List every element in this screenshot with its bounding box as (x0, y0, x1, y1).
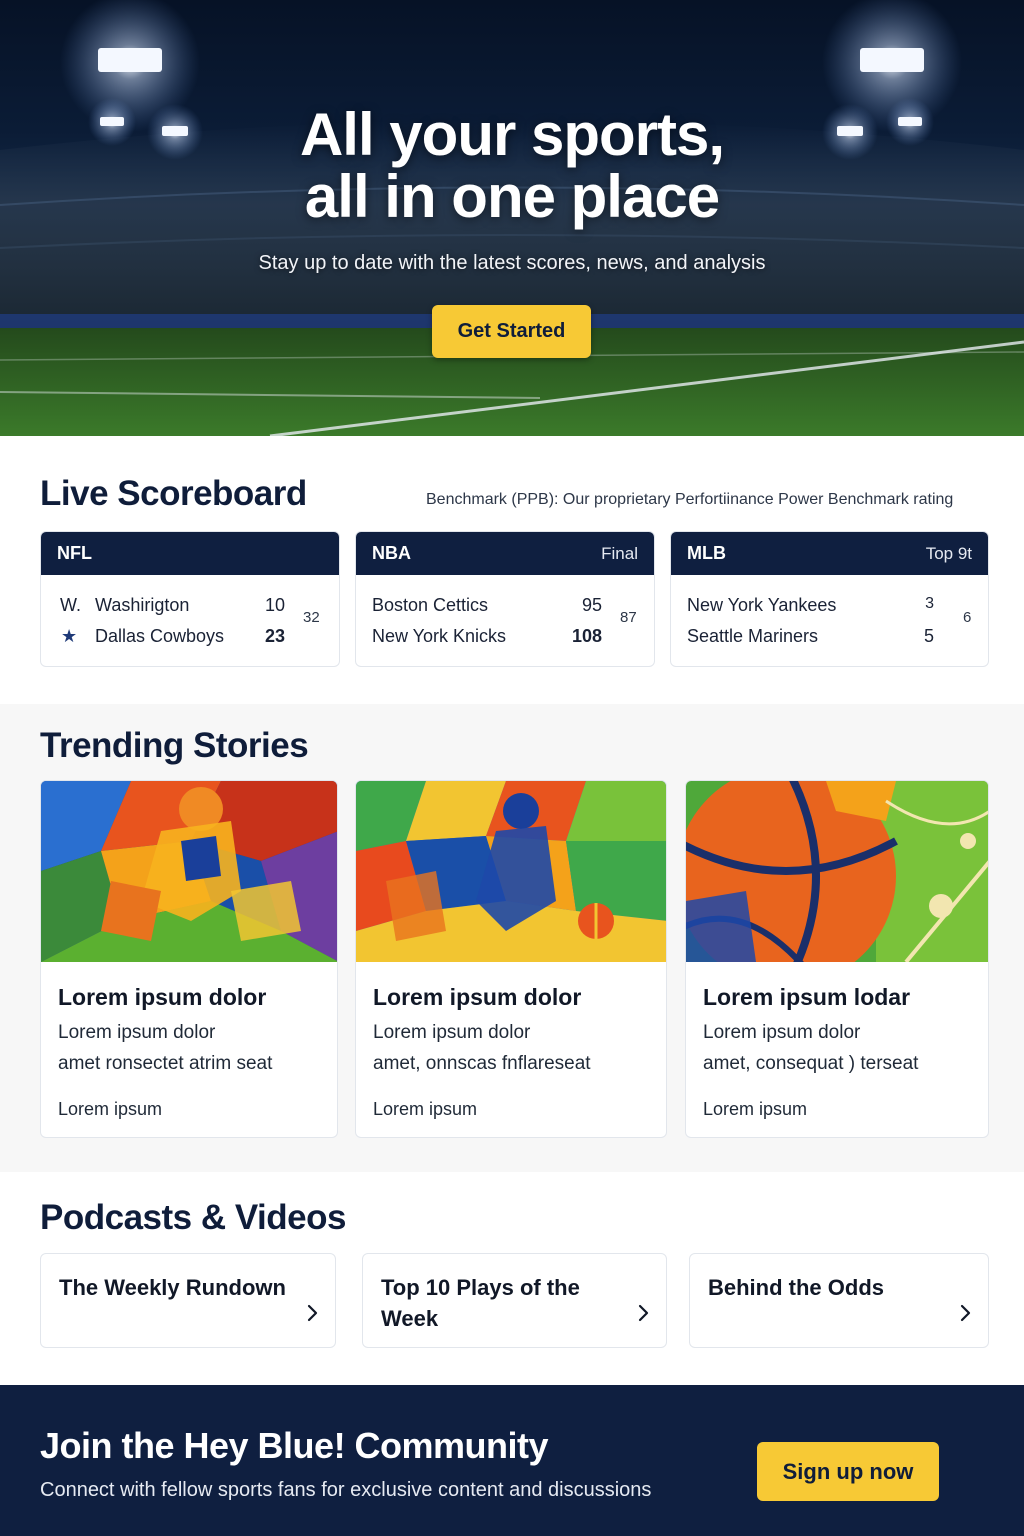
game-status: Top 9t (925, 543, 972, 563)
team-row: Seattle Mariners 5 (687, 626, 972, 648)
get-started-button[interactable]: Get Started (432, 305, 591, 358)
scoreboard-title: Live Scoreboard (40, 474, 307, 513)
score-card-nfl[interactable]: NFL W. Washirigton 10 ★ Dallas Cowboys 2… (40, 531, 340, 667)
team-name: New York Yankees (687, 595, 837, 615)
team-score: 5 (923, 626, 934, 646)
podcast-title: Top 10 Plays of the Week (381, 1275, 580, 1331)
side-value: 32 (303, 609, 320, 626)
podcasts-title: Podcasts & Videos (40, 1198, 346, 1237)
podcast-card[interactable]: Behind the Odds (689, 1253, 989, 1348)
chevron-right-icon (307, 1304, 318, 1322)
benchmark-note: Benchmark (PPB): Our proprietary Perfort… (426, 491, 954, 508)
team-score: 3 (925, 595, 934, 612)
team-name: New York Knicks (372, 626, 507, 646)
league-label: NFL (57, 543, 92, 563)
story-title: Lorem ipsum lodar (703, 984, 911, 1010)
chevron-right-icon (960, 1304, 971, 1322)
story-card[interactable]: Lorem ipsum dolor Lorem ipsum dolor amet… (40, 780, 338, 1138)
star-icon: ★ (61, 626, 78, 646)
podcast-title: Behind the Odds (708, 1275, 884, 1300)
story-excerpt: Lorem ipsum dolor (703, 1022, 861, 1043)
score-card-mlb[interactable]: MLB Top 9t New York Yankees 3 Seattle Ma… (670, 531, 989, 667)
team-score: 23 (264, 626, 285, 646)
story-title: Lorem ipsum dolor (58, 984, 267, 1010)
score-card-header: NBA Final (356, 532, 654, 575)
community-title: Join the Hey Blue! Community (40, 1425, 549, 1466)
team-name: Seattle Mariners (687, 626, 819, 646)
score-card-nba[interactable]: NBA Final Boston Cettics 95 New York Kni… (355, 531, 655, 667)
side-value: 87 (620, 609, 637, 626)
league-label: NBA (372, 543, 411, 563)
community-subtitle: Connect with fellow sports fans for excl… (40, 1479, 652, 1501)
team-prefix: W. (60, 595, 81, 615)
story-meta: Lorem ipsum (703, 1099, 808, 1119)
team-row: New York Knicks 108 (372, 626, 638, 648)
story-title: Lorem ipsum dolor (373, 984, 582, 1010)
podcast-card[interactable]: The Weekly Rundown (40, 1253, 336, 1348)
hero-banner: All your sports, all in one place Stay u… (0, 0, 1024, 436)
trending-title: Trending Stories (40, 726, 309, 765)
story-image (41, 781, 337, 962)
sign-up-button[interactable]: Sign up now (757, 1442, 939, 1501)
story-excerpt: amet, consequat ) terseat (703, 1053, 919, 1074)
story-image (686, 781, 988, 962)
team-score: 108 (571, 626, 602, 646)
team-name: Boston Cettics (372, 595, 489, 615)
league-label: MLB (687, 543, 726, 563)
story-excerpt: Lorem ipsum dolor (373, 1022, 531, 1043)
podcast-title: The Weekly Rundown (59, 1275, 286, 1300)
team-score: 10 (264, 595, 285, 615)
score-card-header: NFL (41, 532, 339, 575)
story-card[interactable]: Lorem ipsum dolor Lorem ipsum dolor amet… (355, 780, 667, 1138)
score-card-header: MLB Top 9t (671, 532, 988, 575)
team-score: 95 (581, 595, 602, 615)
team-row: W. Washirigton 10 (57, 595, 323, 617)
team-name: Washirigton (95, 595, 190, 615)
story-excerpt: Lorem ipsum dolor (58, 1022, 216, 1043)
team-name: Dallas Cowboys (95, 626, 225, 646)
story-excerpt: amet ronsectet atrim seat (58, 1053, 273, 1074)
game-status: Final (601, 543, 638, 563)
podcast-card[interactable]: Top 10 Plays of the Week (362, 1253, 667, 1348)
hero-title-line2: all in one place (304, 163, 720, 230)
team-row: New York Yankees 3 (687, 595, 972, 617)
hero-subtitle: Stay up to date with the latest scores, … (258, 252, 766, 274)
story-excerpt: amet, onnscas fnflareseat (373, 1053, 591, 1074)
story-meta: Lorem ipsum (58, 1099, 163, 1119)
team-row: Boston Cettics 95 (372, 595, 638, 617)
hero-title: All your sports, all in one place (0, 104, 1024, 228)
side-value: 6 (963, 609, 972, 626)
story-card[interactable]: Lorem ipsum lodar Lorem ipsum dolor amet… (685, 780, 989, 1138)
team-row: ★ Dallas Cowboys 23 (57, 626, 323, 648)
hero-title-line1: All your sports, (299, 101, 725, 168)
community-banner: Join the Hey Blue! Community Connect wit… (0, 1385, 1024, 1536)
chevron-right-icon (638, 1304, 649, 1322)
story-image (356, 781, 666, 962)
story-meta: Lorem ipsum (373, 1099, 478, 1119)
